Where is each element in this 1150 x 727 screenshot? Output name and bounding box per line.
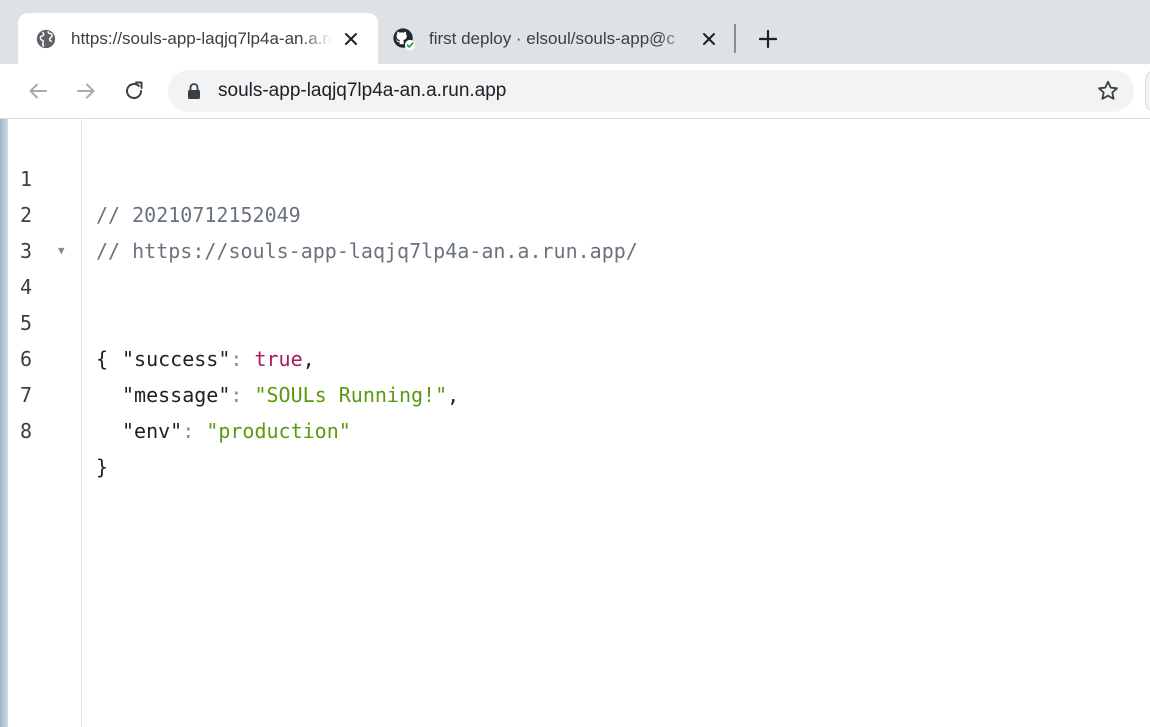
plus-icon [758,29,778,49]
lock-icon[interactable] [186,82,202,100]
close-brace: } [96,455,109,479]
json-viewer: 1 // 20210712152049 2 // https://souls-a… [0,119,1150,727]
code-line: 1 // 20210712152049 [0,125,1150,227]
code-line: 2 // https://souls-app-laqjq7lp4a-an.a.r… [0,161,1150,263]
close-tab-button[interactable] [338,26,364,52]
code-line: 4 ▼ { [0,233,1150,371]
tab-title: https://souls-app-laqjq7lp4a-an.a.run.ap… [71,28,332,48]
code-line: 6 "message": "SOULs Running!", [0,305,1150,407]
browser-toolbar: souls-app-laqjq7lp4a-an.a.run.app [0,64,1150,119]
close-icon [703,32,715,45]
tab-title: first deploy · elsoul/souls-app@c [429,28,675,48]
close-icon [345,32,357,45]
star-icon[interactable] [1096,79,1120,103]
url-text[interactable]: souls-app-laqjq7lp4a-an.a.run.app [218,70,506,112]
json-value: "production" [206,419,351,443]
tab-github-deploy[interactable]: first deploy · elsoul/souls-app@c [392,13,728,64]
fold-toggle-icon[interactable]: ▼ [58,233,65,269]
code-line: 3 [0,197,1150,263]
json-colon: : [182,419,207,443]
extension-button[interactable] [1145,70,1150,112]
json-entry: "env": "production" [122,413,351,449]
back-button[interactable] [23,76,53,106]
forward-button[interactable] [71,76,101,106]
code-line: 8 } [0,377,1150,479]
tab-strip: https://souls-app-laqjq7lp4a-an.a.run.ap… [0,0,1150,64]
address-bar[interactable]: souls-app-laqjq7lp4a-an.a.run.app [168,70,1134,112]
code-line: 5 "success": true, [0,269,1150,371]
arrow-left-icon [29,83,47,99]
close-tab-button[interactable] [696,26,722,52]
github-icon [392,27,416,51]
reload-icon [126,81,143,99]
tab-souls-app[interactable]: https://souls-app-laqjq7lp4a-an.a.run.ap… [18,13,378,64]
reload-button[interactable] [119,76,149,106]
arrow-right-icon [77,83,95,99]
code-line: 7 "env": "production" [0,341,1150,443]
new-tab-button[interactable] [753,24,783,54]
json-key: "env" [122,419,183,443]
tab-separator [734,24,736,53]
line-number: 8 [19,419,33,443]
globe-icon [34,27,58,51]
